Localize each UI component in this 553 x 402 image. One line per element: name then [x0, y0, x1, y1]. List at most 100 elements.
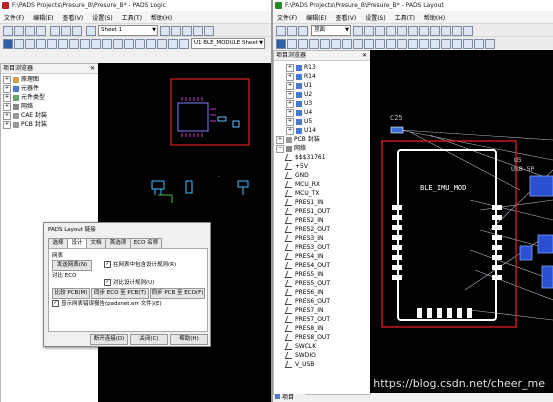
via-icon[interactable]	[331, 39, 341, 49]
net-item[interactable]: PRES7_OUT	[276, 315, 370, 324]
tree-item-parts[interactable]: + 元器件	[3, 84, 98, 93]
drafting-icon[interactable]	[364, 26, 374, 36]
net-item[interactable]: PRES3_IN	[276, 234, 370, 243]
expand-icon[interactable]: +	[286, 81, 294, 90]
open-icon[interactable]	[14, 26, 24, 36]
verify-icon[interactable]	[419, 26, 429, 36]
net-item[interactable]: PRES4_IN	[276, 252, 370, 261]
back-icon[interactable]	[452, 39, 462, 49]
close-icon[interactable]: ✕	[362, 51, 367, 60]
tree-item-r13[interactable]: + R13	[276, 63, 370, 72]
fit-icon[interactable]	[157, 39, 167, 49]
collapse-icon[interactable]: −	[276, 144, 284, 153]
show-report-checkbox[interactable]: ✓ 显示网表错误报告(padsnet.err 文件)(E)	[52, 300, 162, 308]
expand-icon[interactable]: +	[286, 99, 294, 108]
project-tab[interactable]: 项目	[275, 394, 305, 402]
filter-icon[interactable]	[14, 39, 24, 49]
dimension-icon[interactable]	[353, 39, 363, 49]
print-icon[interactable]	[36, 26, 46, 36]
expand-icon[interactable]: +	[3, 120, 11, 129]
3d-icon[interactable]	[397, 26, 407, 36]
zoom-icon[interactable]	[160, 26, 170, 36]
zoom-in-icon[interactable]	[375, 39, 385, 49]
net-item[interactable]: PRES2_OUT	[276, 225, 370, 234]
settings-icon[interactable]	[452, 26, 462, 36]
tree-item-u14[interactable]: + U14	[276, 126, 370, 135]
expand-icon[interactable]: +	[286, 72, 294, 81]
new-icon[interactable]	[276, 26, 286, 36]
forward-icon[interactable]	[463, 39, 473, 49]
tree-item-part-types[interactable]: + 元件类型	[3, 93, 98, 102]
layer-select[interactable]: 顶面 ▼	[311, 25, 351, 36]
back-icon[interactable]	[168, 39, 178, 49]
open-icon[interactable]	[287, 26, 297, 36]
save-icon[interactable]	[298, 26, 308, 36]
dfm-icon[interactable]	[408, 26, 418, 36]
menu-tools[interactable]: 工具(T)	[395, 13, 415, 22]
net-item[interactable]: V_USB	[276, 360, 370, 369]
help-icon[interactable]	[204, 26, 214, 36]
settings-icon[interactable]	[182, 26, 192, 36]
net-item[interactable]: PRES5_IN	[276, 270, 370, 279]
net-item[interactable]: PRES3_OUT	[276, 243, 370, 252]
expand-icon[interactable]: +	[286, 90, 294, 99]
menu-tools[interactable]: 工具(T)	[122, 13, 142, 22]
text-icon[interactable]	[58, 39, 68, 49]
bus-icon[interactable]	[47, 39, 57, 49]
tree-item-pcb-decals[interactable]: + PCB 封装	[3, 120, 98, 129]
sync-pcb-to-eco-button[interactable]: 同步 PCB 至 ECO(F)	[150, 288, 205, 299]
net-item[interactable]: MCU_TX	[276, 189, 370, 198]
net-item[interactable]: GND	[276, 171, 370, 180]
menu-file[interactable]: 文件(F)	[4, 13, 24, 22]
menu-setup[interactable]: 设置(S)	[365, 13, 386, 22]
disconnect-button[interactable]: 断开连接(D)	[90, 334, 128, 345]
select-icon[interactable]	[276, 39, 286, 49]
pads-layout-link-icon[interactable]	[113, 39, 123, 49]
tree-item-u3[interactable]: + U3	[276, 99, 370, 108]
zoom-in-icon[interactable]	[124, 39, 134, 49]
expand-icon[interactable]: +	[276, 135, 284, 144]
copy-icon[interactable]	[61, 26, 71, 36]
sync-eco-to-pcb-button[interactable]: 同步 ECO 至 PCB(T)	[91, 288, 149, 299]
net-item[interactable]: PRES8_OUT	[276, 333, 370, 342]
layers-icon[interactable]	[430, 26, 440, 36]
net-item[interactable]: PRES1_IN	[276, 198, 370, 207]
net-item[interactable]: +5V	[276, 162, 370, 171]
save-icon[interactable]	[25, 26, 35, 36]
menu-setup[interactable]: 设置(S)	[92, 13, 113, 22]
paste-icon[interactable]	[72, 26, 82, 36]
rotate-icon[interactable]	[91, 39, 101, 49]
zoom-out-icon[interactable]	[135, 39, 145, 49]
tree-item-nets[interactable]: − 网络	[276, 144, 370, 153]
move-icon[interactable]	[298, 39, 308, 49]
expand-icon[interactable]: +	[3, 102, 11, 111]
measure-icon[interactable]	[430, 39, 440, 49]
expand-icon[interactable]: +	[286, 126, 294, 135]
grid-icon[interactable]	[441, 39, 451, 49]
copper-icon[interactable]	[320, 39, 330, 49]
net-item[interactable]: PRES8_IN	[276, 324, 370, 333]
close-icon[interactable]: ✕	[90, 64, 95, 73]
menu-edit[interactable]: 编辑(E)	[306, 13, 326, 22]
sheet-select[interactable]: Sheet 1 ▼	[98, 25, 158, 36]
tree-item-schematics[interactable]: + 原理图	[3, 75, 98, 84]
pan-icon[interactable]	[419, 39, 429, 49]
tree-item-r14[interactable]: + R14	[276, 72, 370, 81]
net-item[interactable]: $$$31761	[276, 153, 370, 162]
net-item[interactable]: PRES5_OUT	[276, 279, 370, 288]
zoom-out-icon[interactable]	[386, 39, 396, 49]
expand-icon[interactable]: +	[3, 111, 11, 120]
tree-item-cae-decals[interactable]: + CAE 封装	[3, 111, 98, 120]
expand-icon[interactable]: +	[3, 75, 11, 84]
ecO-icon[interactable]	[364, 39, 374, 49]
part-select[interactable]: U1 BLE_MODULE Sheet ▼	[191, 38, 265, 49]
layout-link-icon[interactable]	[485, 39, 495, 49]
net-item[interactable]: PRES2_IN	[276, 216, 370, 225]
close-button[interactable]: 关闭(C)	[130, 334, 168, 345]
forward-icon[interactable]	[179, 39, 189, 49]
include-rules-checkbox[interactable]: ✓ 在网表中包含设计规则(R)	[104, 261, 176, 269]
refresh-icon[interactable]	[171, 26, 181, 36]
send-netlist-button[interactable]: 发送网表(N)	[52, 260, 92, 271]
net-item[interactable]: SWCLK	[276, 342, 370, 351]
move-icon[interactable]	[80, 39, 90, 49]
